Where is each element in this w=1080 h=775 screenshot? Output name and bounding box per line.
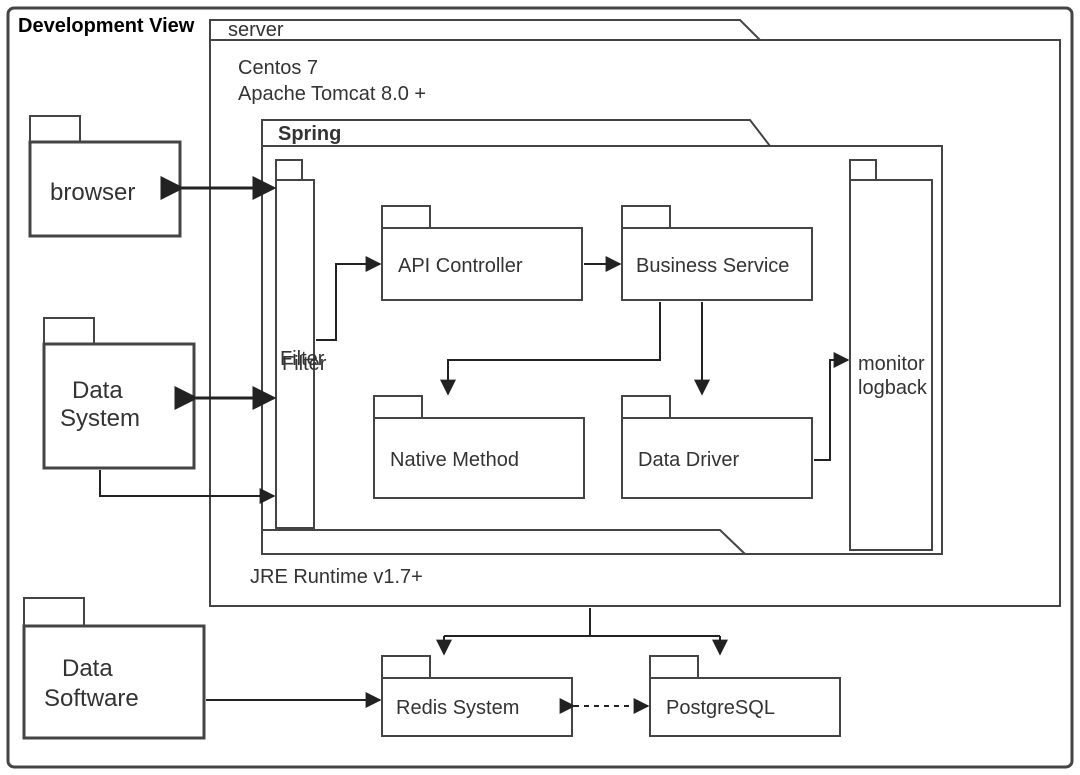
business-service-label: Business Service [636,255,789,277]
redis-package: Redis System [382,656,572,736]
spring-label: Spring [278,123,341,145]
browser-label: browser [50,179,135,206]
data-system-label-l2: System [60,405,140,432]
postgres-label: PostgreSQL [666,697,775,719]
monitor-component: monitor logback [850,160,932,550]
browser-package: browser [30,116,180,236]
api-controller-component: API Controller [382,206,582,300]
arrow-business-native [448,302,660,394]
api-controller-label: API Controller [398,255,523,277]
server-os: Centos 7 [238,57,318,79]
data-driver-component: Data Driver [622,396,812,498]
business-service-component: Business Service [622,206,812,300]
arrow-datadriver-monitor [814,360,848,460]
server-runtime: JRE Runtime v1.7+ [250,566,423,588]
data-driver-label: Data Driver [638,449,739,471]
server-label: server [228,19,284,41]
spring-package: Spring [262,120,942,554]
data-system-label-l1: Data [72,377,123,404]
filter-label-text: Filter [280,348,325,370]
diagram-title: Development View [18,15,195,37]
data-software-package: Data Software [24,598,204,738]
arrow-datasystem-lower-filter [100,470,274,496]
filter-component: Filter [276,160,327,528]
arrow-filter-api [316,264,380,340]
data-software-label-l1: Data [62,655,113,682]
development-view-diagram: Development View server Centos 7 Apache … [0,0,1080,775]
data-software-label-l2: Software [44,685,139,712]
native-method-component: Native Method [374,396,584,498]
native-method-label: Native Method [390,449,519,471]
monitor-label-line2: logback [858,377,928,399]
postgres-package: PostgreSQL [650,656,840,736]
monitor-label-line1: monitor [858,353,925,375]
data-system-package: Data System [44,318,194,468]
redis-label: Redis System [396,697,519,719]
server-container: Apache Tomcat 8.0 + [238,83,426,105]
